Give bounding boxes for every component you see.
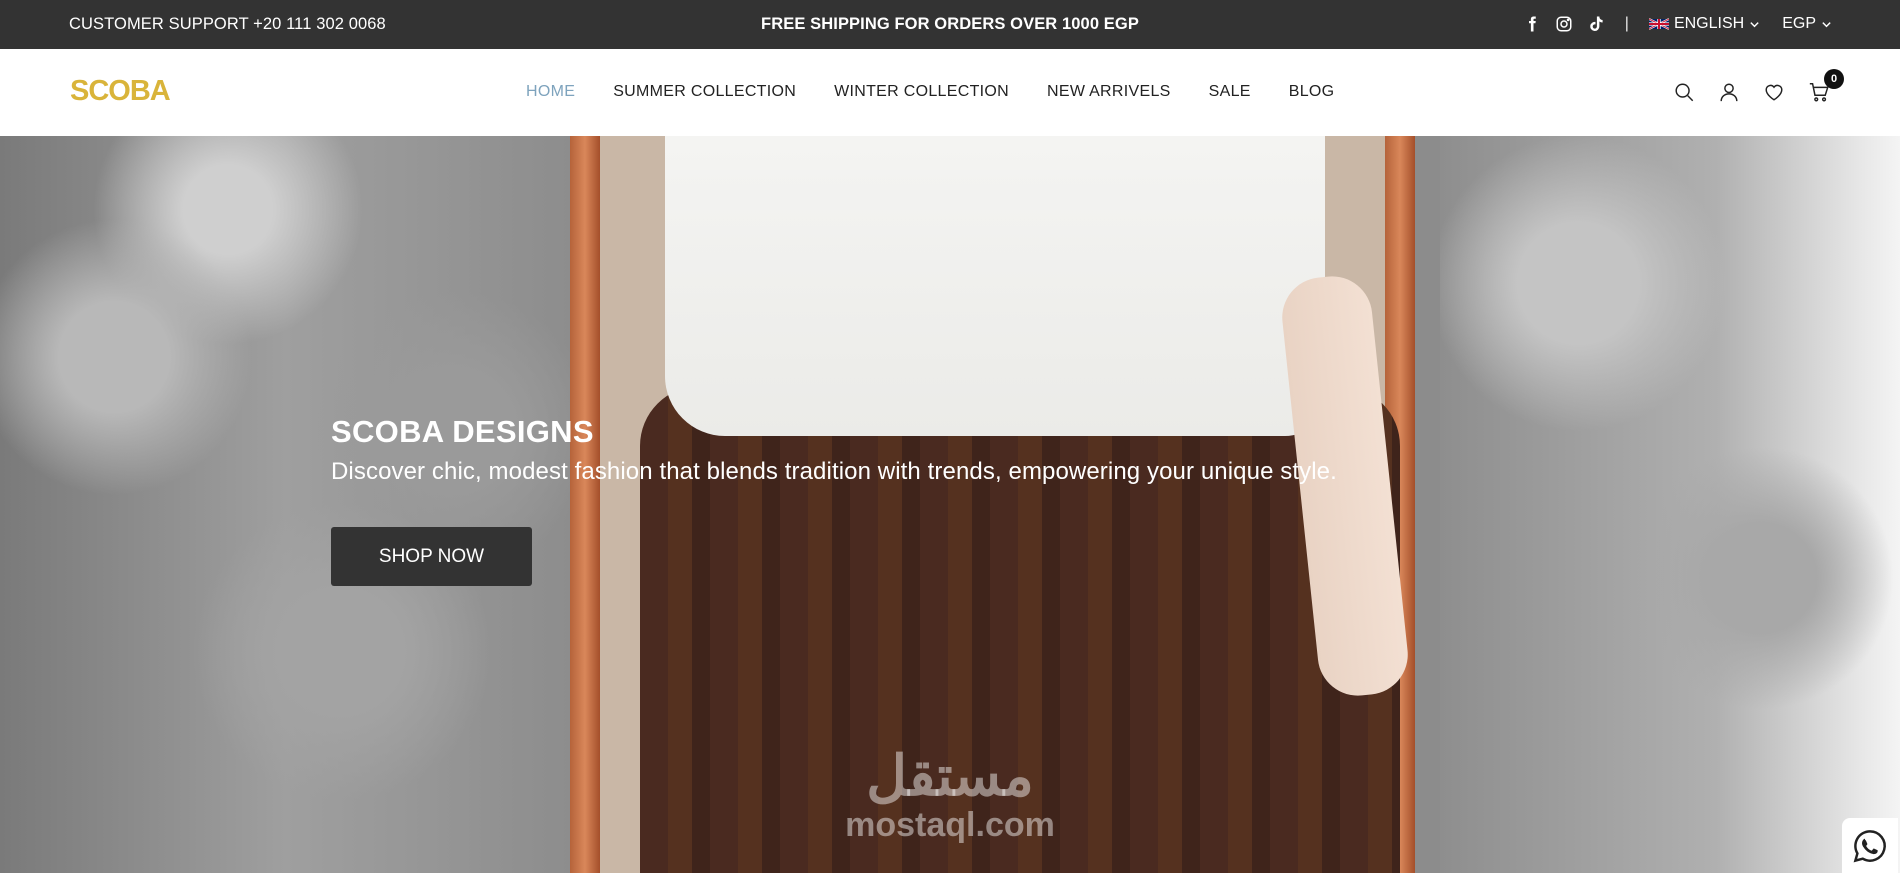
shop-now-button[interactable]: SHOP NOW (331, 527, 532, 586)
uk-flag-icon (1648, 18, 1669, 30)
hero-text-block: SCOBA DESIGNS Discover chic, modest fash… (331, 414, 1337, 486)
header-icons: 0 (1673, 69, 1844, 103)
language-label: ENGLISH (1673, 15, 1745, 32)
nav-item-new-arrivals[interactable]: NEW ARRIVELS (1047, 83, 1171, 101)
cart-icon[interactable]: 0 (1808, 69, 1844, 103)
wishlist-heart-icon[interactable] (1763, 81, 1785, 103)
top-bar-separator: | (1624, 15, 1629, 32)
nav-item-summer-collection[interactable]: SUMMER COLLECTION (613, 83, 796, 101)
hero-background-foliage-left (0, 136, 570, 873)
tiktok-icon[interactable] (1587, 15, 1605, 33)
hero-wood-frame-left (570, 136, 600, 873)
search-icon[interactable] (1673, 81, 1695, 103)
hero-banner: SCOBA DESIGNS Discover chic, modest fash… (0, 136, 1900, 873)
hero-subtitle: Discover chic, modest fashion that blend… (331, 458, 1337, 485)
currency-label: EGP (1782, 15, 1816, 32)
watermark-arabic-text: مستقل (866, 744, 1034, 807)
account-icon[interactable] (1718, 81, 1740, 103)
nav-item-sale[interactable]: SALE (1209, 83, 1251, 101)
top-bar-right: | ENGLISH EGP (1523, 12, 1832, 36)
facebook-icon[interactable] (1523, 15, 1541, 33)
chevron-down-icon (1749, 19, 1760, 30)
main-header: SCOBA HOME SUMMER COLLECTION WINTER COLL… (0, 49, 1900, 136)
whatsapp-icon (1853, 829, 1886, 862)
instagram-icon[interactable] (1555, 15, 1573, 33)
hero-model-shirt (665, 136, 1325, 436)
language-selector[interactable]: ENGLISH (1648, 15, 1760, 33)
site-logo[interactable]: SCOBA (70, 75, 171, 108)
watermark-latin-text: mostaql.com (845, 806, 1055, 844)
currency-selector[interactable]: EGP (1782, 15, 1832, 33)
chevron-down-icon (1821, 19, 1832, 30)
nav-item-winter-collection[interactable]: WINTER COLLECTION (834, 83, 1009, 101)
cart-count-badge: 0 (1824, 69, 1844, 89)
nav-item-home[interactable]: HOME (526, 83, 575, 101)
mostaql-watermark: مستقل mostaql.com (835, 746, 1065, 845)
nav-item-blog[interactable]: BLOG (1289, 83, 1335, 101)
top-bar: CUSTOMER SUPPORT +20 111 302 0068 FREE S… (0, 0, 1900, 49)
main-nav: HOME SUMMER COLLECTION WINTER COLLECTION… (526, 83, 1334, 101)
whatsapp-chat-button[interactable] (1842, 818, 1898, 873)
hero-background-foliage-right (1440, 136, 1900, 873)
hero-title: SCOBA DESIGNS (331, 414, 594, 449)
